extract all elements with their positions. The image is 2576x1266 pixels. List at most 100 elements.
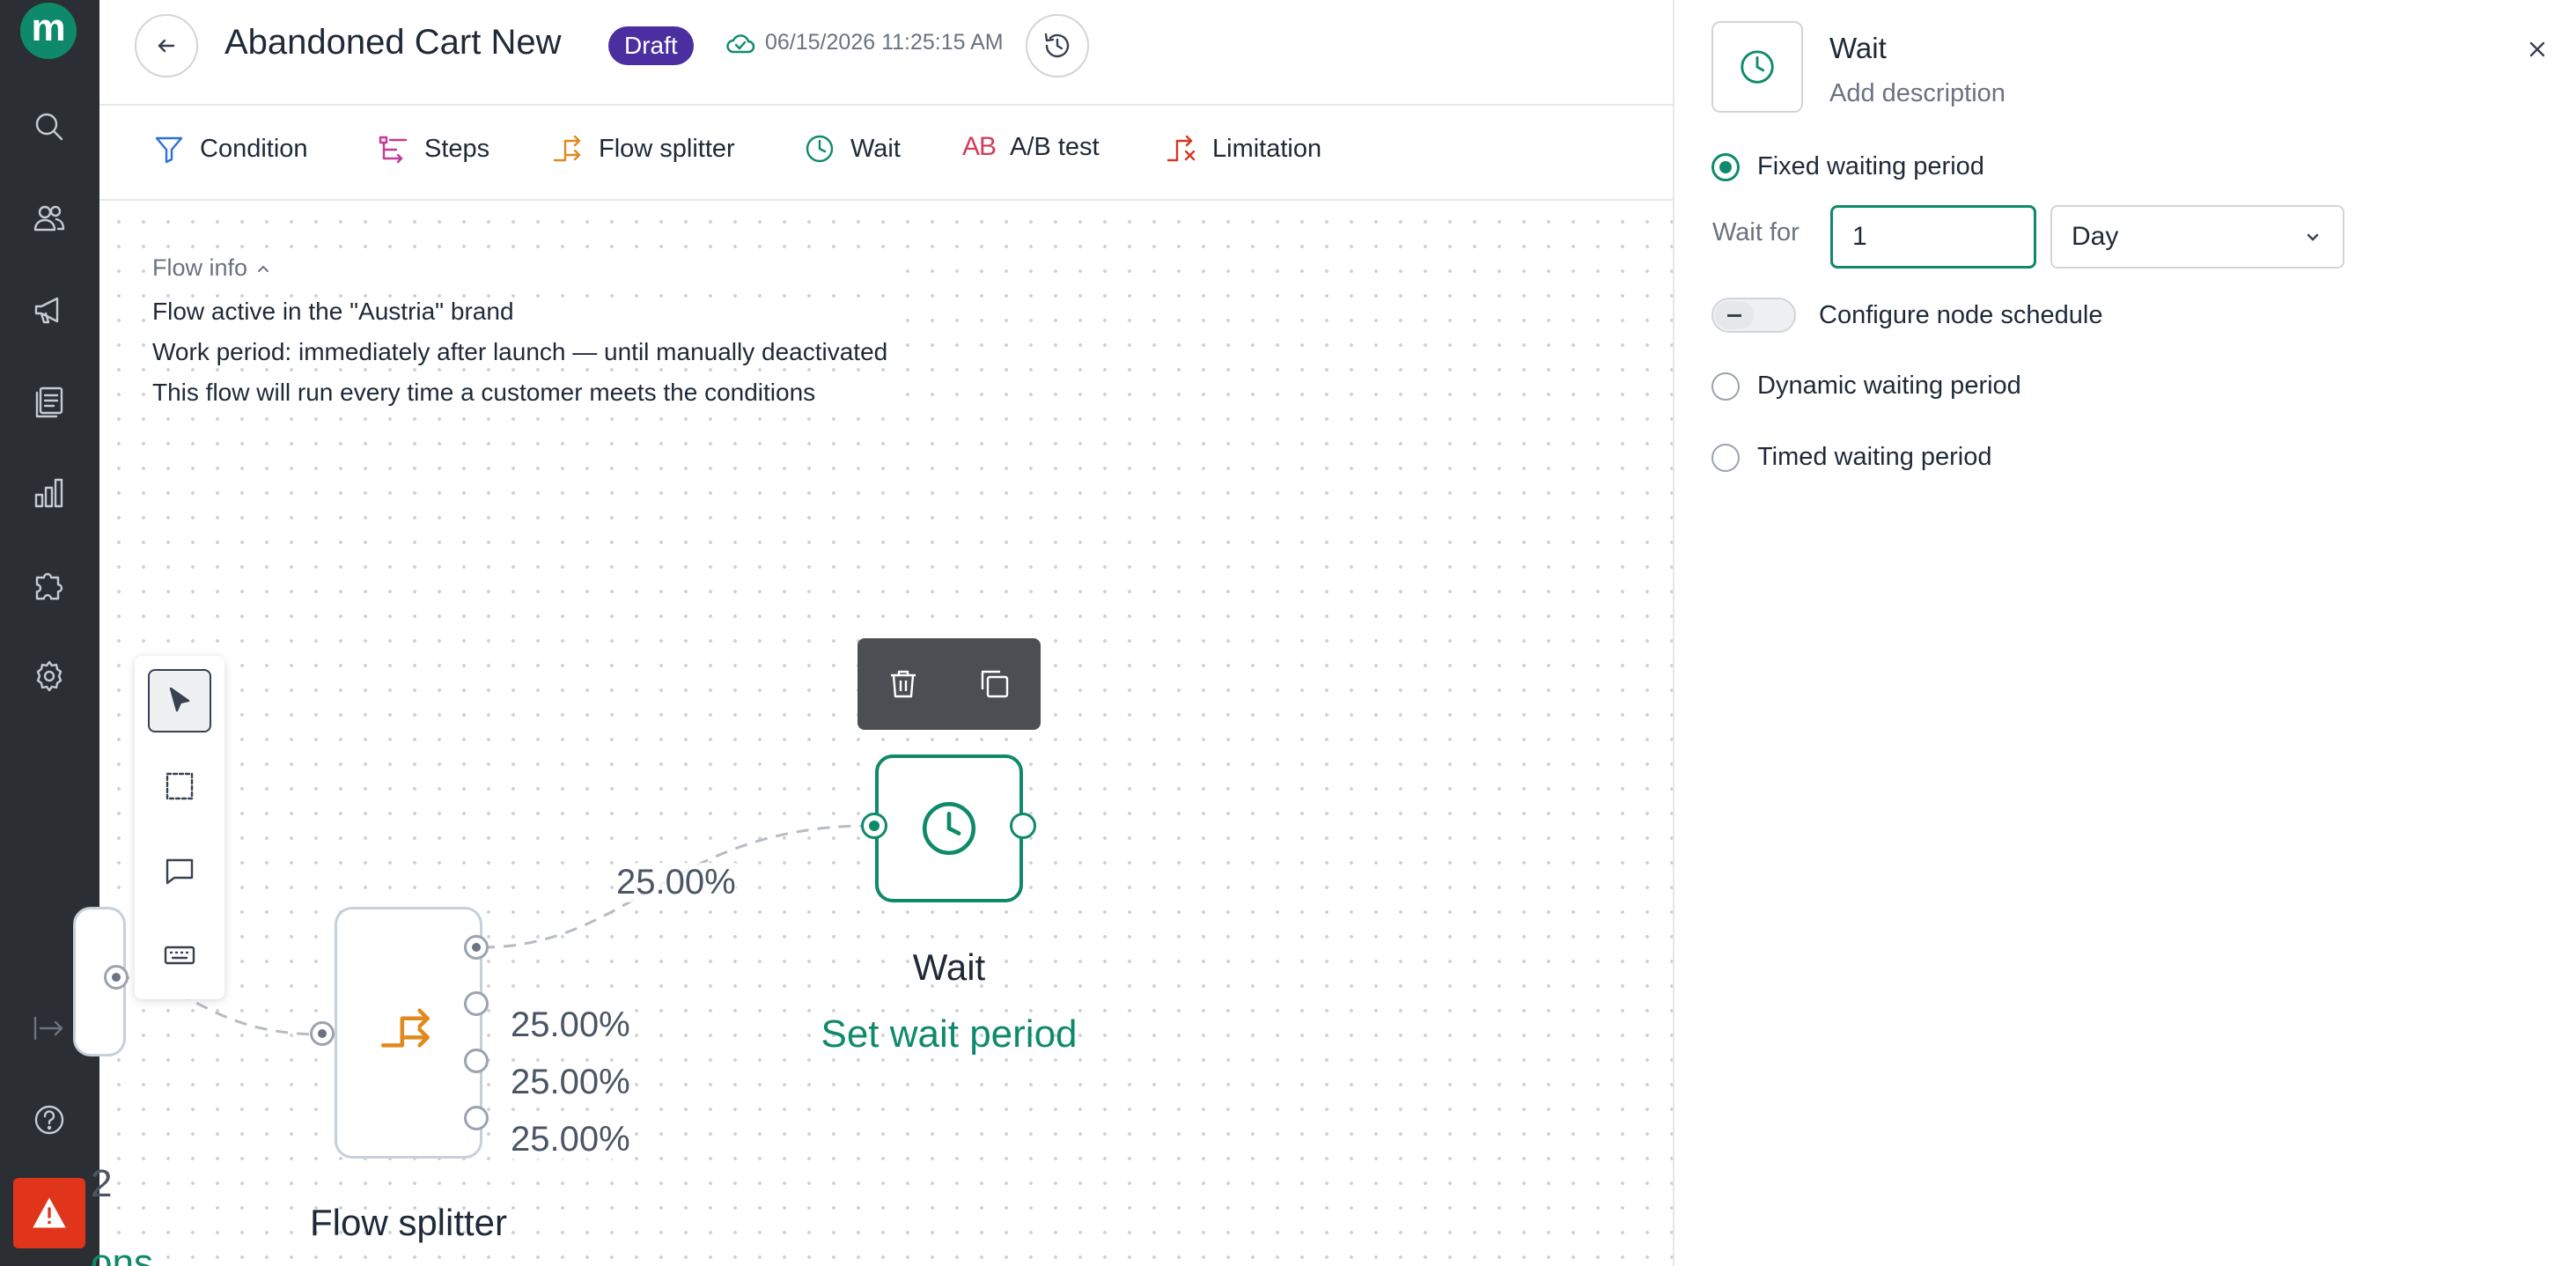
cursor-icon [169,687,190,712]
steps-icon [379,136,408,164]
toolbar-condition[interactable]: Condition [152,132,308,166]
option-dynamic-waiting-period[interactable]: Dynamic waiting period [1711,372,2021,401]
radio-button[interactable] [1711,372,1740,401]
toolbar-label: Limitation [1212,134,1322,163]
users-icon[interactable] [28,197,70,239]
keyboard-icon [164,946,195,965]
toolbar-steps[interactable]: Steps [377,132,489,166]
toolbar-flow-splitter[interactable]: Flow splitter [551,132,735,166]
copy-icon [981,670,1009,698]
splitter-icon [380,1008,430,1048]
help-icon[interactable] [28,1099,70,1141]
limitation-icon [1167,135,1196,162]
delete-node-button[interactable] [877,658,930,710]
flow-title[interactable]: Abandoned Cart New [224,23,561,63]
schedule-toggle-label: Configure node schedule [1819,300,2103,329]
comment-icon [166,858,194,885]
alert-icon[interactable] [13,1178,85,1248]
flow-header: Abandoned Cart New Draft 06/15/2026 11:2… [99,0,1673,106]
integrations-icon[interactable] [28,563,70,606]
wait-unit-select[interactable]: Day [2050,205,2344,269]
branch-percentage: 25.00% [511,1005,630,1045]
branch-percentage: 25.00% [511,1120,630,1159]
wait-unit-value: Day [2072,222,2119,251]
splitter-output-port[interactable] [464,935,489,960]
flow-splitter-node[interactable] [335,907,482,1159]
settings-icon[interactable] [28,655,70,697]
wait-node[interactable] [875,754,1023,902]
splitter-output-port[interactable] [464,1106,489,1130]
wait-value-input[interactable]: 1 [1830,205,2036,269]
wait-node-subtitle[interactable]: Set wait period [773,1012,1125,1056]
chevron-down-icon [2307,233,2319,241]
trash-icon [891,670,916,698]
toolbar-label: Condition [200,134,308,163]
documents-icon[interactable] [28,380,70,423]
save-status: 06/15/2026 11:25:15 AM [725,30,1004,55]
search-icon[interactable] [28,106,70,148]
wait-node-input-port[interactable] [861,813,887,839]
flow-canvas[interactable]: Flow info Flow active in the "Austria" b… [73,202,1673,1266]
history-button[interactable] [1026,14,1089,77]
panel-title[interactable]: Wait [1829,32,1887,65]
megaphone-icon[interactable] [28,289,70,331]
app-logo[interactable]: m [20,3,77,59]
cloud-check-icon [726,33,755,53]
toolbar-limitation[interactable]: Limitation [1165,132,1321,166]
clock-icon [806,135,834,163]
wait-for-label: Wait for [1712,218,1800,247]
radio-button[interactable] [1711,152,1740,181]
analytics-icon[interactable] [28,472,70,514]
option-fixed-waiting-period[interactable]: Fixed waiting period [1711,152,1984,181]
option-label: Fixed waiting period [1757,152,1984,180]
node-subtitle-partial: ons [91,1241,153,1266]
select-tool[interactable] [148,669,211,732]
splitter-icon [553,135,581,162]
ab-icon: AB [962,132,997,161]
wait-node-output-port[interactable] [1010,813,1036,839]
radio-button[interactable] [1711,443,1740,472]
marquee-icon [166,772,194,800]
node-settings-panel: Wait Add description Fixed waiting perio… [1673,0,2576,1266]
splitter-output-port[interactable] [464,991,489,1016]
node-output-port[interactable] [104,965,129,990]
option-timed-waiting-period[interactable]: Timed waiting period [1711,443,1992,472]
branch-percentage: 25.00% [616,863,736,902]
app-root: m Abandoned Cart New Draft 06/15/2026 11… [0,0,2576,1266]
node-toolbar: Condition Steps Flow splitter Wait AB A/… [99,107,1673,201]
history-icon [1044,33,1070,58]
duplicate-node-button[interactable] [968,658,1021,710]
panel-node-icon [1711,21,1803,113]
configure-schedule-row: Configure node schedule [1711,298,2102,333]
status-badge: Draft [608,26,694,65]
splitter-output-port[interactable] [464,1049,489,1073]
splitter-input-port[interactable] [310,1021,335,1046]
close-button[interactable] [2520,32,2555,67]
collapse-icon[interactable] [28,1007,70,1049]
comment-tool[interactable] [148,839,211,902]
option-label: Timed waiting period [1757,443,1992,471]
clock-icon [922,801,976,856]
node-count: 2 [91,1162,113,1205]
node-context-menu [857,638,1041,730]
branch-percentage: 25.00% [511,1063,630,1102]
wait-node-label: Wait [912,946,986,988]
toolbar-label: A/B test [1010,132,1100,161]
toolbar-ab-test[interactable]: AB A/B test [962,132,1100,162]
close-icon [2529,41,2545,57]
keyboard-shortcuts-tool[interactable] [148,924,211,987]
toolbar-label: Steps [424,134,490,163]
area-select-tool[interactable] [148,754,211,818]
back-button[interactable] [135,14,198,77]
filter-icon [155,136,183,164]
toolbar-label: Flow splitter [599,134,735,163]
nav-rail: m [0,0,99,1266]
schedule-toggle[interactable] [1711,298,1796,333]
toolbar-label: Wait [850,134,901,163]
toolbar-wait[interactable]: Wait [803,132,901,166]
canvas-tools [135,656,224,999]
description-input[interactable]: Add description [1829,79,2006,108]
clock-icon [1741,50,1774,84]
option-label: Dynamic waiting period [1757,372,2021,400]
flow-splitter-label: Flow splitter [309,1202,508,1243]
